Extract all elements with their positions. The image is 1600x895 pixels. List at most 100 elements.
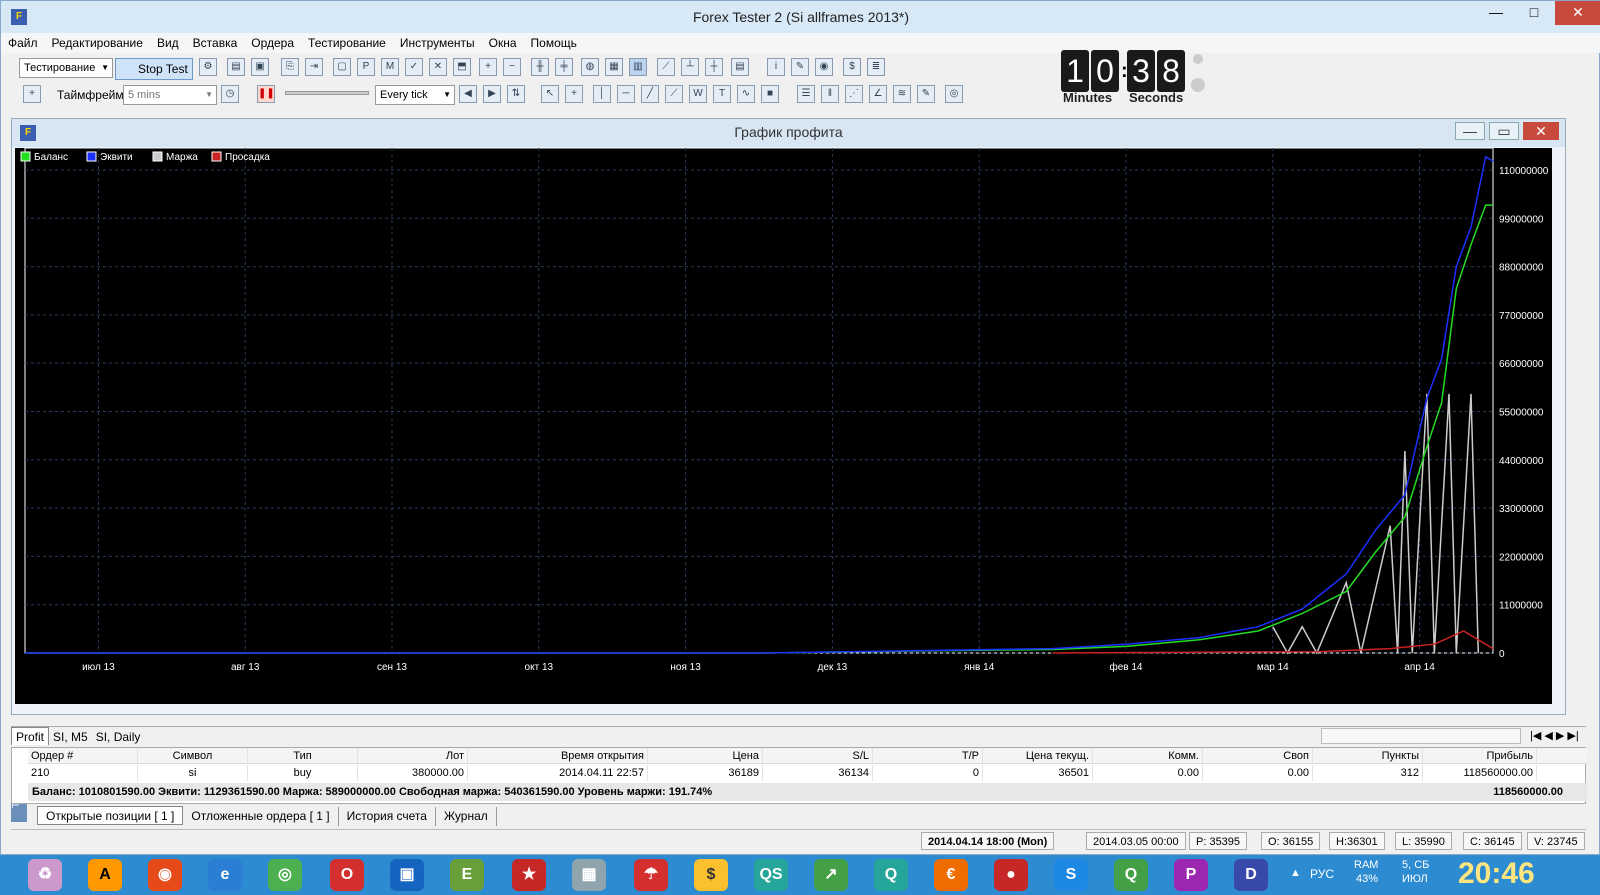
minimize-button[interactable]: — — [1481, 1, 1511, 25]
evernote-icon[interactable]: E — [450, 859, 484, 891]
strawberry-icon[interactable]: ★ — [512, 859, 546, 891]
euro-icon[interactable]: € — [934, 859, 968, 891]
col-price[interactable]: Цена — [648, 748, 763, 763]
recycle-icon[interactable]: ♻ — [28, 859, 62, 891]
opera-icon[interactable]: O — [330, 859, 364, 891]
menu-testing[interactable]: Тестирование — [301, 33, 393, 53]
tab-si-m5[interactable]: SI, M5 — [49, 728, 92, 746]
export-icon[interactable]: ⇥ — [305, 58, 323, 76]
open-icon[interactable]: ▤ — [227, 58, 245, 76]
menu-help[interactable]: Помощь — [524, 33, 584, 53]
chart-restore-button[interactable]: ▭ — [1489, 122, 1519, 140]
save-icon[interactable]: ▣ — [251, 58, 269, 76]
col-swap[interactable]: Своп — [1203, 748, 1313, 763]
bar-chart-icon[interactable]: ╫ — [531, 58, 549, 76]
aimp-icon[interactable]: A — [88, 859, 122, 891]
col-tp[interactable]: T/P — [873, 748, 983, 763]
buy-sell-icon[interactable]: ⇅ — [507, 85, 525, 103]
text-icon[interactable]: T — [713, 85, 731, 103]
tab-account-history[interactable]: История счета — [339, 807, 436, 826]
period-icon[interactable]: ┼ — [705, 58, 723, 76]
tray-arrow-icon[interactable]: ▲ — [1290, 867, 1301, 879]
report-icon[interactable]: $ — [843, 58, 861, 76]
chrome-icon[interactable]: ◎ — [268, 859, 302, 891]
col-symbol[interactable]: Символ — [138, 748, 248, 763]
floppy-icon[interactable]: ▣ — [390, 859, 424, 891]
chart-nav-icon[interactable]: |◀ ◀ ▶ ▶| — [1526, 727, 1583, 745]
axis-icon[interactable]: ┴ — [681, 58, 699, 76]
close-order-icon[interactable]: ⬒ — [453, 58, 471, 76]
col-current-price[interactable]: Цена текущ. — [983, 748, 1093, 763]
settings-icon[interactable]: ⚙ — [199, 58, 217, 76]
shape-icon[interactable]: ■ — [761, 85, 779, 103]
modify-order-icon[interactable]: M — [381, 58, 399, 76]
horizontal-line-icon[interactable]: ─ — [617, 85, 635, 103]
col-profit[interactable]: Прибыль — [1423, 748, 1537, 763]
col-points[interactable]: Пункты — [1313, 748, 1423, 763]
menu-view[interactable]: Вид — [150, 33, 186, 53]
clock-time[interactable]: 20:46 — [1458, 857, 1535, 891]
table-row[interactable]: 210 si buy 380000.00 2014.04.11 22:57 36… — [28, 765, 1587, 781]
cursor-icon[interactable]: ↖ — [541, 85, 559, 103]
tab-pending-orders[interactable]: Отложенные ордера [ 1 ] — [183, 807, 339, 826]
add-chart-icon[interactable]: + — [23, 85, 41, 103]
channel-icon[interactable]: ≋ — [893, 85, 911, 103]
pending-order-icon[interactable]: P — [357, 58, 375, 76]
ray-icon[interactable]: ⟋ — [665, 85, 683, 103]
cancel-order-icon[interactable]: ✕ — [429, 58, 447, 76]
menu-insert[interactable]: Вставка — [186, 33, 245, 53]
maximize-button[interactable]: □ — [1519, 1, 1549, 25]
menu-edit[interactable]: Редактирование — [45, 33, 150, 53]
mode-select[interactable]: Тестирование ▼ — [19, 58, 113, 78]
camera-icon[interactable]: ◉ — [815, 58, 833, 76]
ie-icon[interactable]: e — [208, 859, 242, 891]
firefox-icon[interactable]: ◉ — [148, 859, 182, 891]
zoom-out-icon[interactable]: − — [503, 58, 521, 76]
magnet-icon[interactable]: ◎ — [945, 85, 963, 103]
app-icon[interactable]: F — [11, 9, 27, 25]
tab-profit[interactable]: Profit — [11, 727, 50, 745]
col-sl[interactable]: S/L — [763, 748, 873, 763]
step-forward-icon[interactable]: ▶ — [483, 85, 501, 103]
col-type[interactable]: Тип — [248, 748, 358, 763]
menu-file[interactable]: Файл — [1, 33, 45, 53]
q-app-icon[interactable]: Q — [874, 859, 908, 891]
chart-close-button[interactable]: ✕ — [1523, 122, 1559, 140]
calculator-icon[interactable]: ▦ — [572, 859, 606, 891]
hlines-icon[interactable]: ☰ — [797, 85, 815, 103]
col-order[interactable]: Ордер # — [28, 748, 138, 763]
tab-journal[interactable]: Журнал — [436, 807, 497, 826]
info-icon[interactable]: i — [767, 58, 785, 76]
record-icon[interactable]: ● — [994, 859, 1028, 891]
menu-tools[interactable]: Инструменты — [393, 33, 482, 53]
list-icon[interactable]: ≣ — [867, 58, 885, 76]
tab-si-daily[interactable]: SI, Daily — [92, 728, 145, 746]
col-lot[interactable]: Лот — [358, 748, 468, 763]
chart-app-icon[interactable]: ↗ — [814, 859, 848, 891]
timeframe-select[interactable]: 5 mins ▼ — [123, 85, 217, 105]
zoom-in-icon[interactable]: + — [479, 58, 497, 76]
qs-icon[interactable]: QS — [754, 859, 788, 891]
speed-slider[interactable] — [285, 91, 369, 95]
col-commission[interactable]: Комм. — [1093, 748, 1203, 763]
line-chart-icon[interactable]: ⟋ — [657, 58, 675, 76]
check-icon[interactable]: ✓ — [405, 58, 423, 76]
forex-tester-icon[interactable]: $ — [694, 859, 728, 891]
crosshair-icon[interactable]: + — [565, 85, 583, 103]
chart-scrollbar[interactable] — [1321, 728, 1521, 744]
globe-icon[interactable]: ◍ — [581, 58, 599, 76]
pencil-icon[interactable]: ✎ — [917, 85, 935, 103]
fan-icon[interactable]: ⋰ — [845, 85, 863, 103]
vertical-line-icon[interactable]: │ — [593, 85, 611, 103]
speed-icon[interactable]: ◷ — [221, 85, 239, 103]
tick-mode-select[interactable]: Every tick ▼ — [375, 85, 455, 105]
profit-chart-icon[interactable]: ▥ — [629, 58, 647, 76]
p-app-icon[interactable]: P — [1174, 859, 1208, 891]
col-open-time[interactable]: Время открытия — [468, 748, 648, 763]
chart-window-icon[interactable]: ▦ — [605, 58, 623, 76]
stop-test-button[interactable]: Stop Test — [115, 58, 193, 80]
vlines-icon[interactable]: ‖ — [821, 85, 839, 103]
close-button[interactable]: ✕ — [1555, 1, 1600, 25]
d-app-icon[interactable]: D — [1234, 859, 1268, 891]
indicator-icon[interactable]: ▤ — [731, 58, 749, 76]
